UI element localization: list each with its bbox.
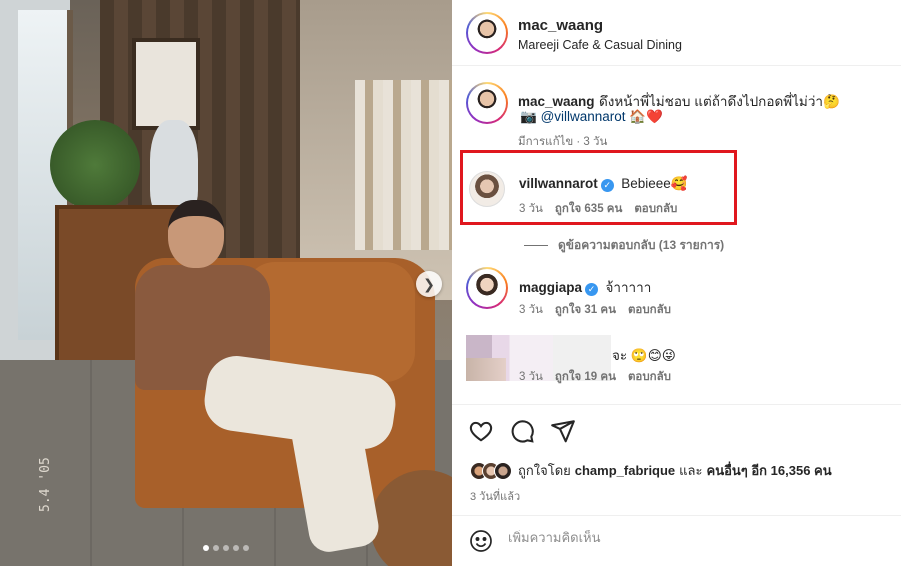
action-bar	[468, 418, 576, 444]
header-username[interactable]: mac_waang	[518, 17, 603, 34]
caption-mention[interactable]: @villwannarot	[541, 109, 626, 124]
blurred-avatar	[466, 358, 506, 381]
photo-person-head	[168, 200, 224, 268]
comment-icon[interactable]	[509, 418, 535, 444]
header-location[interactable]: Mareeji Cafe & Casual Dining	[518, 38, 682, 52]
comment-time: 3 วัน	[519, 304, 543, 316]
comment-text: Bebieee🥰	[621, 176, 688, 191]
comment-likes[interactable]: ถูกใจ 635 คน	[555, 200, 622, 218]
comment-reply-button[interactable]: ตอบกลับ	[634, 200, 677, 218]
comment-username[interactable]: maggiapa	[519, 280, 582, 295]
photo-clothes-rack	[355, 80, 452, 250]
comment-text: จะ 🙄😊😜	[612, 348, 676, 363]
photo-date-stamp: 5.4 '05	[38, 457, 53, 512]
comment-time: 3 วัน	[519, 371, 543, 383]
carousel-dot	[243, 545, 249, 551]
post-time: 3 วันที่แล้ว	[470, 491, 521, 503]
caption-avatar[interactable]	[466, 82, 508, 124]
carousel-dots	[203, 545, 249, 551]
likes-user[interactable]: champ_fabrique	[575, 463, 675, 478]
camera-emoji: 📷	[520, 109, 541, 124]
likes-prefix: ถูกใจโดย	[518, 463, 571, 478]
carousel-dot	[223, 545, 229, 551]
caption-username[interactable]: mac_waang	[518, 94, 595, 109]
likes-others[interactable]: คนอื่นๆ อีก 16,356 คน	[707, 460, 832, 481]
caption-meta: มีการแก้ไข · 3 วัน	[518, 136, 608, 148]
send-icon[interactable]	[550, 418, 576, 444]
likes-summary[interactable]: ถูกใจโดย champ_fabrique และ คนอื่นๆ อีก 1…	[470, 460, 832, 481]
comment-meta: 3 วัน ถูกใจ 31 คน ตอบกลับ	[519, 301, 671, 319]
carousel-next-button[interactable]: ❯	[416, 271, 442, 297]
photo-frame	[132, 38, 200, 130]
comment-reply-button[interactable]: ตอบกลับ	[628, 301, 671, 319]
carousel-dot	[213, 545, 219, 551]
add-comment-bar	[452, 515, 901, 566]
header-divider	[452, 65, 901, 66]
verified-badge-icon: ✓	[585, 283, 599, 296]
comment-2: maggiapa ✓ จ้าาาาา	[519, 276, 651, 298]
comment-text: จ้าาาาา	[605, 280, 652, 295]
post-photo[interactable]: 5.4 '05 ❯	[0, 0, 452, 566]
verified-badge-icon: ✓	[600, 179, 614, 192]
photo-plant	[50, 120, 140, 210]
caption-emoji: 🏠❤️	[625, 109, 663, 124]
comment-username[interactable]: villwannarot	[519, 176, 598, 191]
comment-avatar[interactable]	[469, 171, 505, 207]
comment-likes[interactable]: ถูกใจ 31 คน	[555, 301, 616, 319]
smiley-icon[interactable]	[469, 529, 493, 553]
chevron-right-icon: ❯	[423, 275, 435, 292]
view-replies-label: ดูข้อความตอบกลับ (13 รายการ)	[558, 238, 725, 252]
comment-reply-button[interactable]: ตอบกลับ	[628, 368, 671, 386]
comment-time: 3 วัน	[519, 203, 543, 215]
view-replies-line	[524, 245, 548, 246]
liker-avatars	[470, 461, 512, 480]
comment-meta: 3 วัน ถูกใจ 19 คน ตอบกลับ	[519, 368, 671, 386]
carousel-dot	[233, 545, 239, 551]
comment-avatar[interactable]	[466, 267, 508, 309]
comment-meta: 3 วัน ถูกใจ 635 คน ตอบกลับ	[519, 200, 677, 218]
comment-likes[interactable]: ถูกใจ 19 คน	[555, 368, 616, 386]
actions-divider	[452, 404, 901, 405]
heart-icon[interactable]	[468, 418, 494, 444]
caption-text: ดึงหน้าพี่ไม่ชอบ แต่ถ้าดึงไปกอดพี่ไม่ว่า…	[599, 94, 840, 109]
header-avatar[interactable]	[466, 12, 508, 54]
caption-line2: 📷 @villwannarot 🏠❤️	[520, 109, 663, 125]
liker-avatar	[494, 461, 512, 480]
add-comment-input[interactable]	[508, 530, 888, 545]
view-replies-button[interactable]: ดูข้อความตอบกลับ (13 รายการ)	[524, 236, 724, 255]
carousel-dot	[203, 545, 209, 551]
likes-middle: และ	[679, 463, 703, 478]
comment-1: villwannarot ✓ Bebieee🥰	[519, 175, 688, 193]
